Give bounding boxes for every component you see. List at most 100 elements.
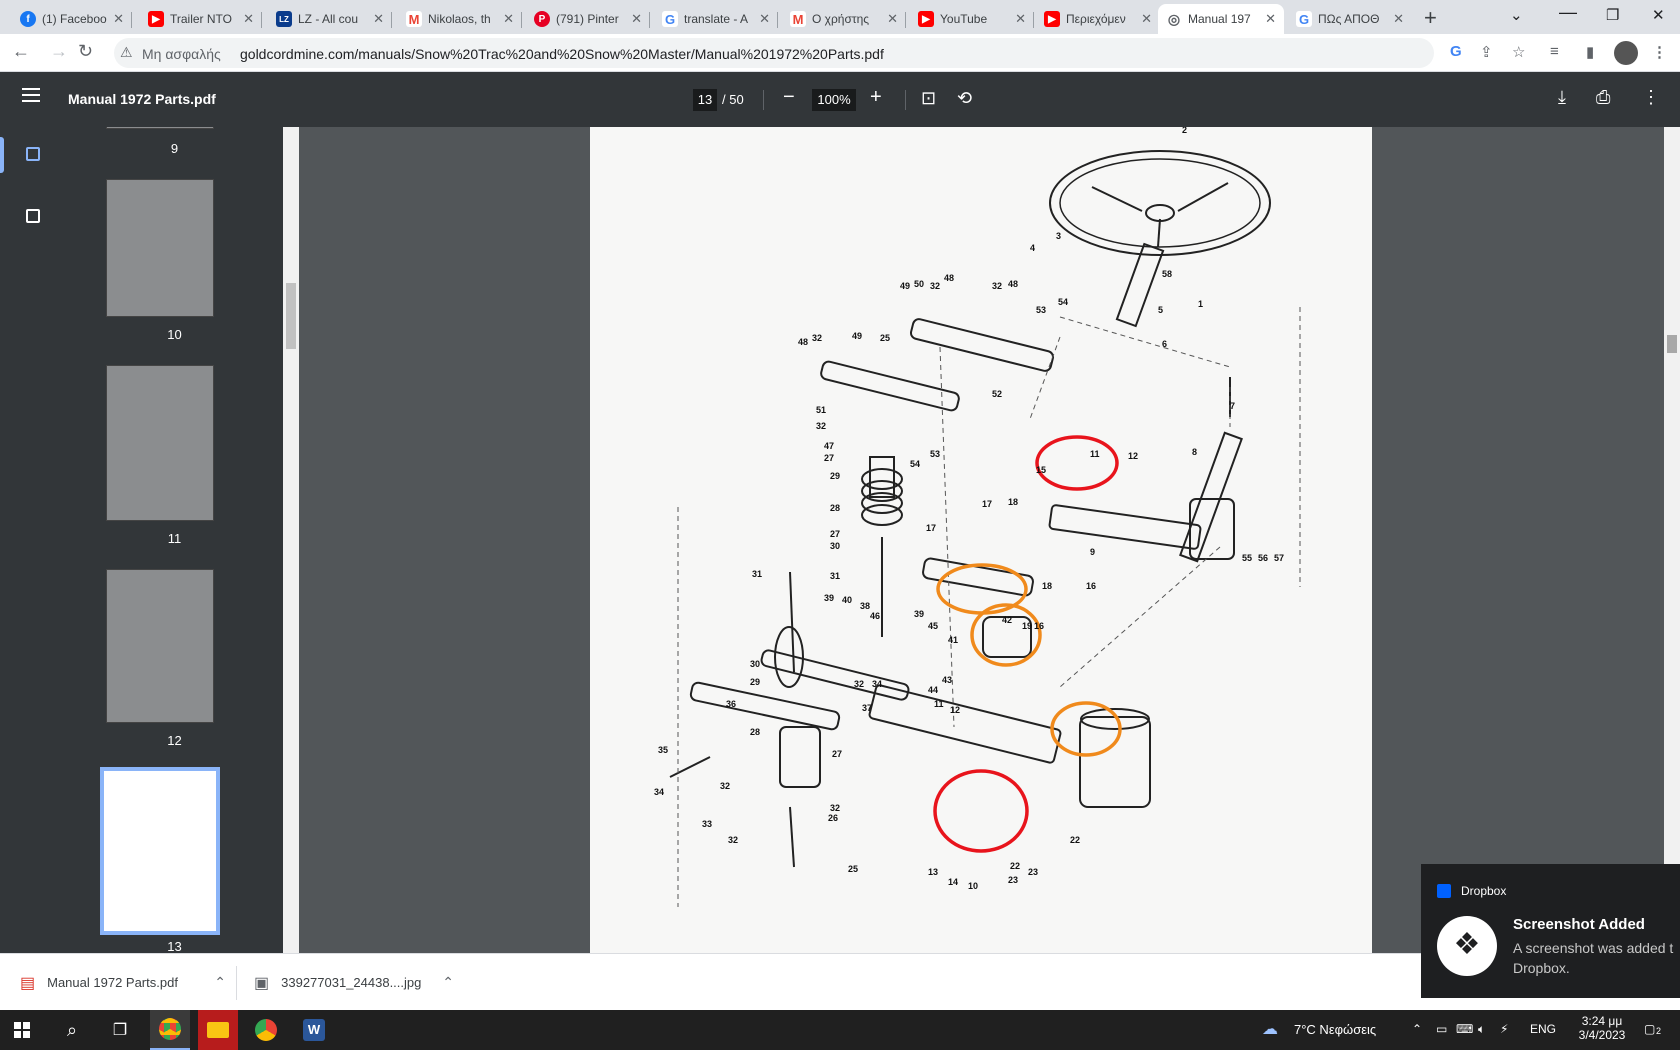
- chrome-profile-icon[interactable]: [246, 1010, 286, 1050]
- dropbox-notification[interactable]: Dropbox ❖ Screenshot Added A screenshot …: [1421, 864, 1680, 998]
- more-menu-icon[interactable]: ⋮: [1652, 43, 1667, 61]
- callout-label: 38: [860, 601, 870, 611]
- url-text[interactable]: goldcordmine.com/manuals/Snow%20Trac%20a…: [240, 46, 884, 62]
- thumbnail-page-11[interactable]: [106, 365, 214, 521]
- thumbnail-page-12[interactable]: [106, 569, 214, 723]
- close-icon[interactable]: ✕: [759, 11, 770, 27]
- close-icon[interactable]: ✕: [1015, 11, 1026, 27]
- callout-label: 35: [658, 745, 668, 755]
- clock[interactable]: 3:24 μμ 3/4/2023: [1572, 1014, 1632, 1042]
- outline-view-icon[interactable]: [26, 209, 40, 223]
- chevron-up-icon[interactable]: ⌃: [442, 974, 454, 991]
- thumbnail-page-10[interactable]: [106, 179, 214, 317]
- print-icon[interactable]: ⎙: [1596, 87, 1610, 108]
- tab-translate[interactable]: Gtranslate - A ✕: [654, 4, 778, 34]
- thumbnail-page-13[interactable]: [100, 767, 220, 935]
- close-icon[interactable]: ✕: [373, 11, 384, 27]
- close-icon[interactable]: ✕: [243, 11, 254, 27]
- thumbnail-scrollbar[interactable]: [283, 127, 299, 953]
- word-icon[interactable]: W: [294, 1010, 334, 1050]
- callout-label: 31: [752, 569, 762, 579]
- download-item-jpg[interactable]: ▣ 339277031_24438....jpg ⌃: [254, 954, 454, 1011]
- close-icon[interactable]: ✕: [113, 11, 124, 27]
- chrome-taskbar-icon[interactable]: [150, 1010, 190, 1050]
- tab-youtube-content[interactable]: ▶ Περιεχόμεν ✕: [1036, 4, 1160, 34]
- callout-label: 9: [1090, 547, 1095, 557]
- close-icon[interactable]: ✕: [887, 11, 898, 27]
- tab-youtube[interactable]: ▶ YouTube ✕: [910, 4, 1034, 34]
- gmail-icon: M: [790, 11, 806, 27]
- minimize-button[interactable]: —: [1559, 2, 1577, 23]
- battery-icon[interactable]: ⚡︎: [1500, 1022, 1508, 1036]
- tab-pinterest[interactable]: P (791) Pinter ✕: [526, 4, 650, 34]
- network-icon[interactable]: ⌨: [1456, 1022, 1473, 1036]
- avatar[interactable]: [1614, 41, 1638, 65]
- pdf-file-icon: ▤: [20, 974, 36, 992]
- scrollbar-thumb[interactable]: [286, 283, 296, 349]
- steering-column-housing: [1079, 716, 1151, 808]
- bookmark-star-icon[interactable]: ☆: [1512, 43, 1525, 61]
- task-view-icon[interactable]: ❐: [100, 1010, 140, 1050]
- callout-label: 34: [872, 679, 882, 689]
- tab-search-chevron-icon[interactable]: ⌄: [1510, 6, 1523, 24]
- zoom-in-button[interactable]: +: [870, 86, 882, 109]
- tab-manual-active[interactable]: ◎ Manual 197 ✕: [1158, 4, 1284, 34]
- close-icon[interactable]: ✕: [1393, 11, 1404, 27]
- volume-icon[interactable]: 🔈︎: [1478, 1022, 1485, 1037]
- media-icon[interactable]: ≡: [1550, 43, 1559, 60]
- reload-button[interactable]: ↻: [78, 41, 93, 62]
- rotate-icon[interactable]: ⟲: [957, 88, 972, 109]
- system-tray-icon[interactable]: ▭: [1436, 1022, 1447, 1036]
- weather-text[interactable]: 7°C Νεφώσεις: [1294, 1022, 1376, 1037]
- hamburger-menu-icon[interactable]: [22, 88, 40, 102]
- chevron-up-icon[interactable]: ⌃: [214, 974, 226, 991]
- thumbnails-view-icon[interactable]: [26, 147, 40, 161]
- close-icon[interactable]: ✕: [1141, 11, 1152, 27]
- share-icon[interactable]: ⇪: [1480, 43, 1493, 61]
- thumbnail-page-9[interactable]: [106, 127, 214, 129]
- callout-label: 18: [1008, 497, 1018, 507]
- close-icon[interactable]: ✕: [631, 11, 642, 27]
- scrollbar-thumb[interactable]: [1667, 335, 1677, 353]
- back-button[interactable]: ←: [12, 41, 30, 62]
- tab-gmail-user[interactable]: MΟ χρήστης ✕: [782, 4, 906, 34]
- callout-label: 56: [1258, 553, 1268, 563]
- page-number-input[interactable]: 13: [693, 89, 717, 111]
- windows-start-icon[interactable]: [2, 1010, 42, 1050]
- tab-google-search[interactable]: G ΠΩς ΑΠΟΘ ✕: [1288, 4, 1412, 34]
- close-icon[interactable]: ✕: [503, 11, 514, 27]
- download-icon[interactable]: ⤓: [1558, 87, 1566, 108]
- callout-label: 1: [1198, 299, 1203, 309]
- language-indicator[interactable]: ENG: [1530, 1022, 1556, 1036]
- new-tab-button[interactable]: +: [1424, 5, 1437, 31]
- tab-facebook[interactable]: f (1) Faceboo ✕: [12, 4, 132, 34]
- notification-icon[interactable]: ▢: [1644, 1022, 1655, 1036]
- omnibox[interactable]: ⚠ Μη ασφαλής goldcordmine.com/manuals/Sn…: [114, 38, 1434, 68]
- tab-lz[interactable]: LZ LZ - All cou ✕: [268, 4, 392, 34]
- download-item-pdf[interactable]: ▤ Manual 1972 Parts.pdf ⌃: [20, 954, 226, 1011]
- callout-label: 55: [1242, 553, 1252, 563]
- thumbnail-label: 10: [167, 327, 182, 342]
- weather-cloud-icon[interactable]: ☁: [1262, 1019, 1278, 1039]
- callout-label: 7: [1230, 401, 1235, 411]
- search-icon[interactable]: ⌕: [52, 1010, 92, 1050]
- chevron-up-icon[interactable]: ⌃: [1412, 1022, 1422, 1036]
- youtube-icon: ▶: [918, 11, 934, 27]
- restore-button[interactable]: ❐: [1606, 6, 1619, 24]
- tab-gmail-nikolaos[interactable]: M Nikolaos, th ✕: [398, 4, 522, 34]
- tab-trailer[interactable]: ▶ Trailer NTO ✕: [140, 4, 262, 34]
- callout-label: 49: [852, 331, 862, 341]
- fit-page-icon[interactable]: ⊡: [921, 88, 936, 109]
- zoom-out-button[interactable]: −: [783, 86, 795, 109]
- close-icon[interactable]: ✕: [1265, 11, 1276, 27]
- google-lens-icon[interactable]: G: [1450, 43, 1462, 60]
- file-explorer-icon[interactable]: [198, 1010, 238, 1050]
- google-icon: G: [662, 11, 678, 27]
- forward-button[interactable]: →: [50, 41, 68, 62]
- close-window-button[interactable]: ✕: [1652, 6, 1665, 24]
- side-panel-icon[interactable]: ▮: [1586, 43, 1594, 61]
- zoom-level-input[interactable]: 100%: [812, 89, 856, 111]
- main-scrollbar[interactable]: [1664, 127, 1680, 953]
- callout-label: 28: [750, 727, 760, 737]
- more-options-icon[interactable]: ⋮: [1642, 87, 1660, 108]
